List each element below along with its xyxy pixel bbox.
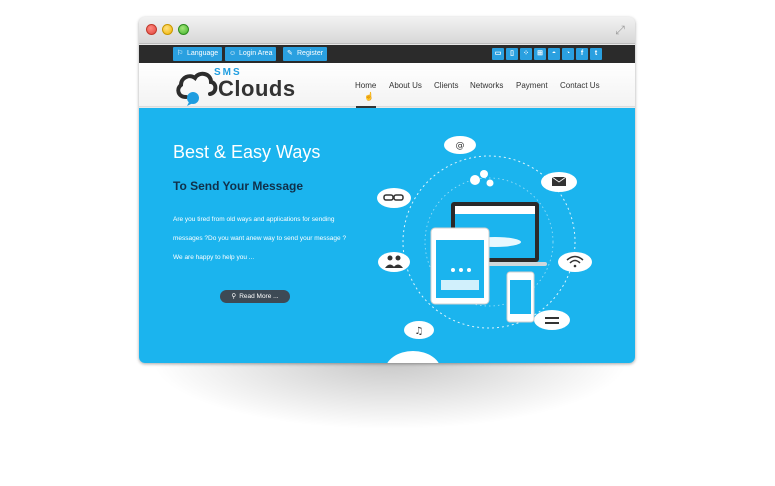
register-button[interactable]: ✎ Register (283, 47, 328, 61)
nav-networks[interactable]: Networks (470, 81, 503, 90)
windows-icon[interactable]: ⊞ (534, 48, 546, 60)
read-more-button[interactable]: ⚲ Read More ... (220, 290, 290, 303)
facebook-icon[interactable]: f (576, 48, 588, 60)
hand-cursor-icon: ☝ (364, 92, 374, 101)
nav-about-us[interactable]: About Us (389, 81, 422, 90)
at-icon: @ (444, 136, 476, 154)
close-icon[interactable] (146, 24, 157, 35)
equals-icon (534, 310, 570, 330)
blackberry-icon[interactable]: ⁘ (520, 48, 532, 60)
monitor-icon[interactable]: ▭ (492, 48, 504, 60)
pencil-icon: ✎ (287, 50, 293, 57)
mail-icon (541, 172, 577, 192)
window-titlebar[interactable]: ⤢ (139, 17, 635, 44)
minimize-icon[interactable] (162, 24, 173, 35)
tablet-device (430, 227, 490, 305)
nav-contact-us[interactable]: Contact Us (560, 81, 600, 90)
android-icon[interactable]: ◓ (548, 48, 560, 60)
language-label: Language (187, 50, 219, 57)
hero-section: Best & Easy Ways To Send Your Message Ar… (139, 108, 635, 363)
hero-title: Best & Easy Ways (173, 142, 321, 162)
rss-icon[interactable]: ◔ (562, 48, 574, 60)
music-icon: ♫ (404, 321, 434, 339)
link-icon (377, 188, 411, 208)
language-button[interactable]: ⚐ Language (173, 47, 223, 61)
hero-text-line-2: messages ?Do you want anew way to send y… (173, 235, 347, 242)
stage: ⤢ ⚐ Language ☺ Login Area ✎ Register ▭ ▯ ⁘ … (0, 0, 775, 486)
expand-arrows-icon[interactable]: ⤢ (613, 23, 627, 37)
flag-icon: ⚐ (177, 50, 184, 57)
nav-clients[interactable]: Clients (434, 81, 458, 90)
read-more-label: Read More ... (239, 293, 279, 300)
user-icon: ☺ (229, 50, 237, 57)
mobile-icon[interactable]: ▯ (506, 48, 518, 60)
login-label: Login Area (239, 50, 273, 57)
svg-text:@: @ (456, 141, 465, 151)
browser-window: ⤢ ⚐ Language ☺ Login Area ✎ Register ▭ ▯ ⁘ … (139, 17, 635, 363)
nav-payment[interactable]: Payment (516, 81, 548, 90)
phone-device (506, 271, 535, 323)
wifi-icon (558, 252, 592, 272)
twitter-icon[interactable]: t (590, 48, 602, 60)
zoom-icon[interactable] (178, 24, 189, 35)
search-icon: ⚲ (231, 293, 237, 300)
devices-illustration: @ ♫ (377, 136, 592, 339)
logo-clouds-text: Clouds (218, 76, 296, 101)
main-navbar: SMS Clouds Home About Us Clients Network… (139, 63, 635, 108)
hero-subtitle: To Send Your Message (173, 179, 304, 193)
group-icon (378, 252, 410, 272)
register-label: Register (297, 50, 324, 57)
window-shadow (150, 360, 630, 430)
top-bar: ⚐ Language ☺ Login Area ✎ Register ▭ ▯ ⁘ ⊞ … (139, 45, 635, 63)
hero-text-line-1: Are you tired from old ways and applicat… (173, 216, 335, 223)
svg-text:♫: ♫ (415, 326, 424, 337)
nav-home[interactable]: Home (355, 81, 376, 90)
hero-text-line-3: We are happy to help you ... (173, 254, 255, 261)
cloud-logo-icon[interactable] (174, 67, 218, 107)
login-button[interactable]: ☺ Login Area (225, 47, 277, 61)
